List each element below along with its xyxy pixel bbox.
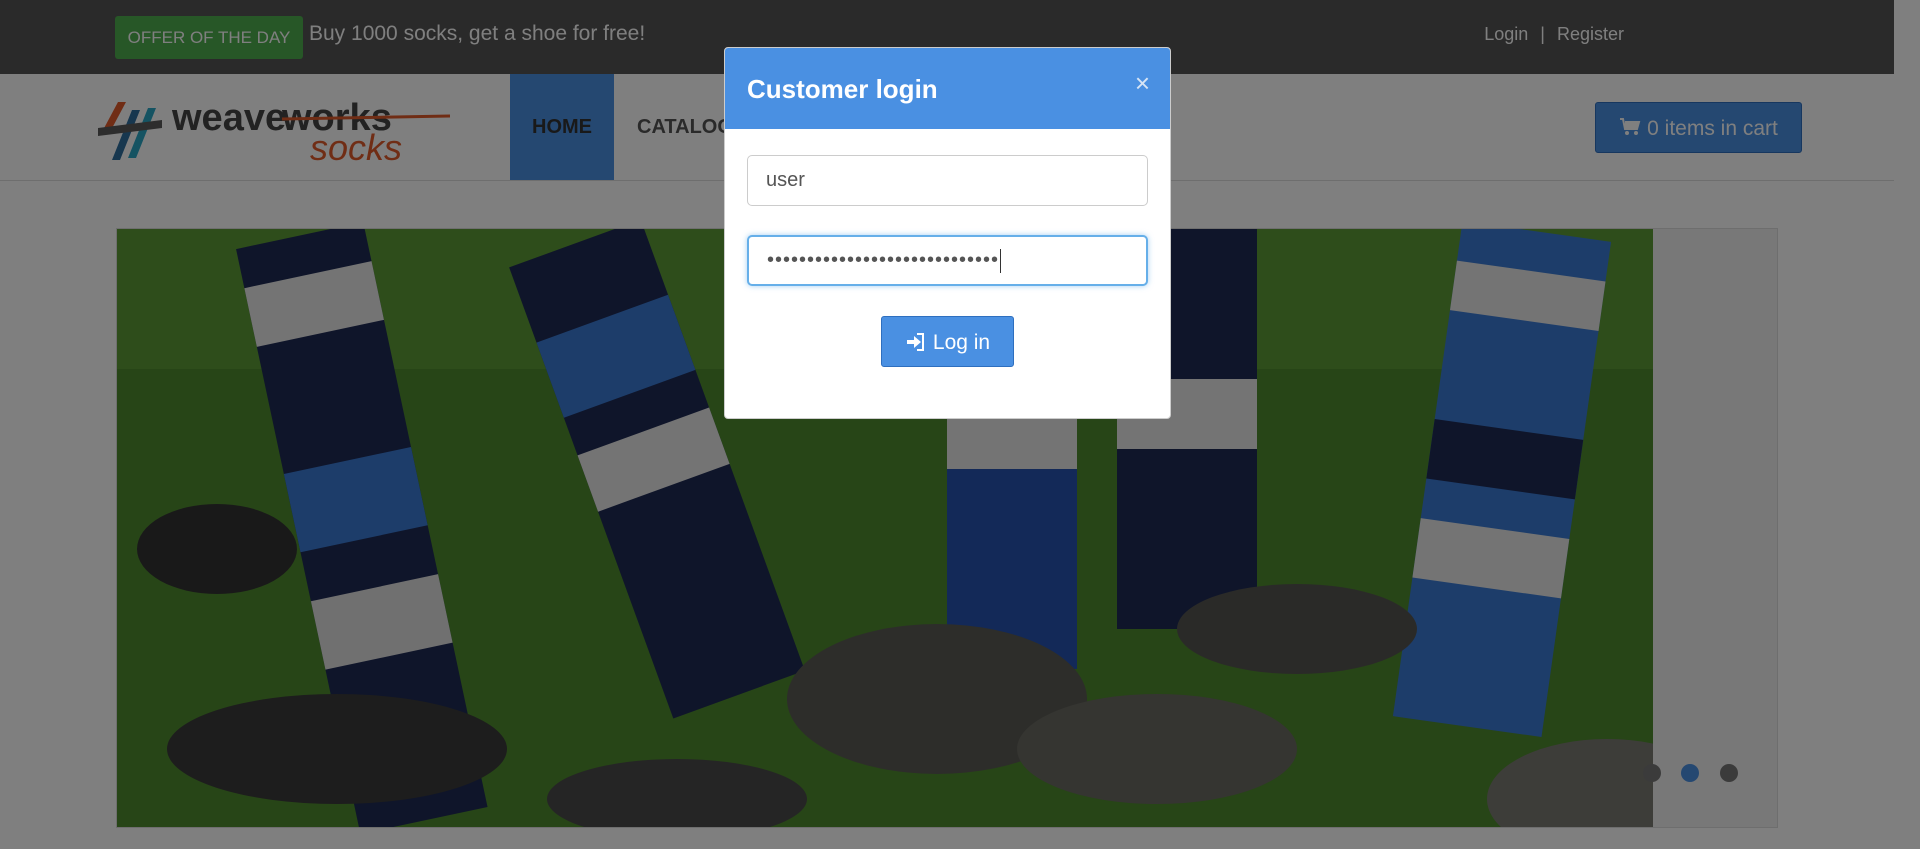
username-input[interactable] bbox=[747, 155, 1148, 206]
text-cursor bbox=[1000, 248, 1002, 273]
sign-in-icon bbox=[906, 332, 924, 351]
login-button-label: Log in bbox=[932, 331, 991, 354]
modal-title: Customer login bbox=[747, 74, 938, 104]
customer-login-modal: Customer login × •••••••••••••••••••••••… bbox=[724, 47, 1171, 419]
password-dots: ••••••••••••••••••••••••••••• bbox=[767, 249, 1000, 271]
login-button[interactable]: Log in bbox=[881, 316, 1014, 367]
password-input[interactable]: ••••••••••••••••••••••••••••• bbox=[747, 235, 1148, 286]
modal-header: Customer login × bbox=[725, 48, 1170, 129]
close-icon[interactable]: × bbox=[1135, 68, 1150, 99]
